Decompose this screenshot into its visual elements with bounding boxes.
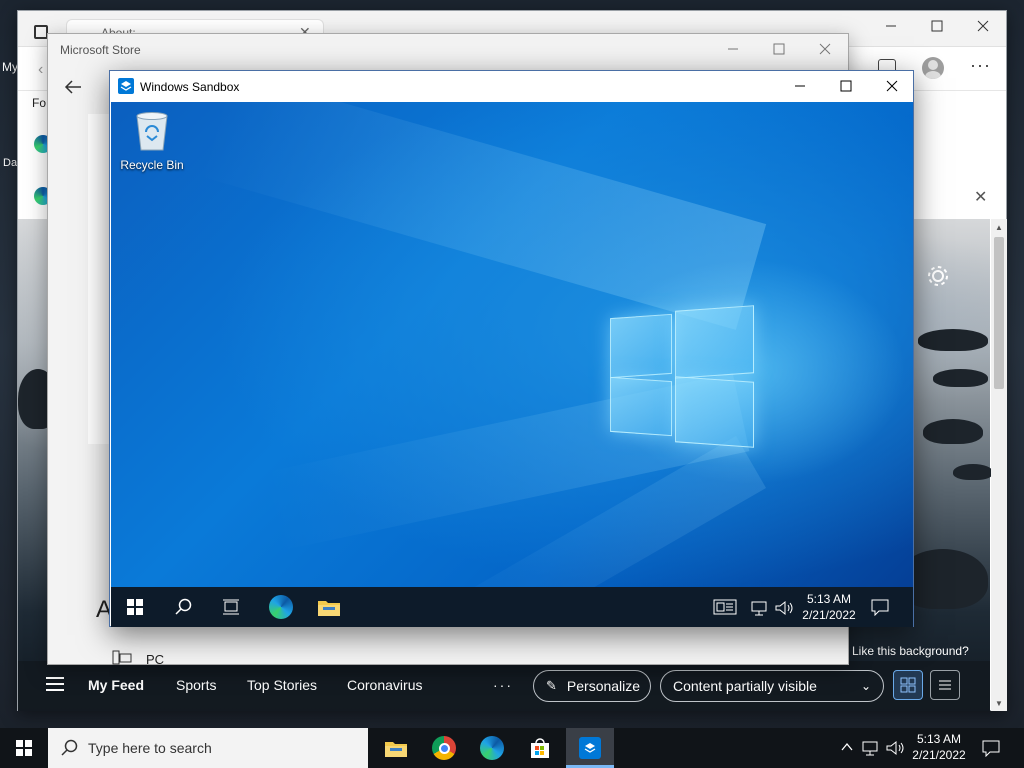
store-back-icon[interactable]	[64, 80, 82, 94]
back-icon[interactable]: ‹	[38, 61, 43, 79]
taskbar-clock-date: 2/21/2022	[912, 748, 966, 762]
sandbox-start-icon[interactable]	[111, 587, 159, 627]
sandbox-notification-icon[interactable]	[871, 599, 889, 616]
tab-actions-icon[interactable]	[34, 25, 48, 39]
notification-center-icon[interactable]	[982, 740, 1000, 757]
nav-more-icon[interactable]: ···	[493, 677, 513, 693]
chrome-icon[interactable]	[420, 728, 468, 768]
content-visibility-label: Content partially visible	[673, 678, 817, 694]
sandbox-edge-icon[interactable]	[257, 587, 305, 627]
desktop-label-2: Da	[3, 157, 18, 169]
volume-icon[interactable]	[886, 740, 906, 756]
nav-my-feed[interactable]: My Feed	[88, 677, 144, 693]
edge-left-text: Fo	[32, 96, 47, 110]
microsoft-store-icon[interactable]	[516, 728, 564, 768]
more-options-icon[interactable]: ···	[970, 55, 991, 76]
sandbox-desktop[interactable]: Recycle Bin	[111, 102, 913, 587]
taskbar-clock[interactable]: 5:13 AM 2/21/2022	[908, 731, 970, 763]
close-panel-icon[interactable]: ✕	[974, 187, 987, 207]
store-title: Microsoft Store	[60, 43, 141, 57]
sandbox-app-icon	[118, 78, 134, 94]
feed-navigation-bar: My Feed Sports Top Stories Coronavirus ·…	[18, 661, 990, 711]
edge-icon[interactable]	[468, 728, 516, 768]
edge-minimize-button[interactable]	[868, 11, 914, 41]
show-hidden-icons-icon[interactable]	[840, 740, 854, 754]
hamburger-menu-icon[interactable]	[46, 677, 64, 691]
recycle-bin[interactable]: Recycle Bin	[119, 110, 185, 174]
page-settings-icon[interactable]	[924, 262, 952, 290]
taskbar-clock-time: 5:13 AM	[916, 732, 962, 746]
profile-avatar[interactable]	[922, 57, 944, 79]
sandbox-file-explorer-icon[interactable]	[305, 587, 353, 627]
sandbox-clock[interactable]: 5:13 AM 2/21/2022	[801, 591, 857, 623]
sandbox-titlebar: Windows Sandbox	[110, 71, 913, 102]
edge-close-button[interactable]	[960, 11, 1006, 41]
list-layout-icon[interactable]	[930, 670, 960, 700]
start-icon[interactable]	[0, 728, 48, 768]
chevron-down-icon: ⌄	[860, 679, 871, 693]
windows-sandbox-taskbar-icon[interactable]	[566, 728, 614, 768]
desktop-label-1: My	[2, 60, 18, 74]
sandbox-taskbar: 5:13 AM 2/21/2022	[111, 587, 913, 627]
sandbox-volume-icon[interactable]	[775, 600, 795, 616]
pencil-icon: ✎	[546, 678, 557, 693]
file-explorer-icon[interactable]	[372, 728, 420, 768]
nav-top-stories[interactable]: Top Stories	[247, 677, 317, 693]
sandbox-title: Windows Sandbox	[140, 80, 240, 94]
recycle-bin-icon	[133, 110, 171, 152]
nav-sports[interactable]: Sports	[176, 677, 216, 693]
sandbox-maximize-button[interactable]	[823, 71, 869, 101]
content-visibility-dropdown[interactable]: Content partially visible ⌄	[660, 670, 884, 702]
host-taskbar: Type here to search 5:13 AM 2/21/2022	[0, 728, 1024, 768]
scrollbar-thumb[interactable]	[994, 237, 1004, 389]
sandbox-news-icon[interactable]	[713, 599, 737, 615]
sandbox-search-icon[interactable]	[159, 587, 207, 627]
store-close-button[interactable]	[802, 34, 848, 64]
recycle-bin-label: Recycle Bin	[120, 158, 184, 172]
search-icon	[60, 739, 78, 757]
sandbox-close-button[interactable]	[869, 71, 915, 101]
search-placeholder: Type here to search	[88, 740, 212, 756]
store-maximize-button[interactable]	[756, 34, 802, 64]
grid-layout-icon[interactable]	[893, 670, 923, 700]
network-icon[interactable]	[862, 740, 880, 756]
sandbox-clock-time: 5:13 AM	[806, 592, 852, 606]
personalize-button[interactable]: ✎ Personalize	[533, 670, 651, 702]
personalize-label: Personalize	[566, 678, 641, 694]
sandbox-task-view-icon[interactable]	[207, 587, 255, 627]
edge-scrollbar[interactable]: ▲ ▼	[991, 219, 1007, 711]
sandbox-network-icon[interactable]	[751, 600, 769, 616]
background-prompt[interactable]: Like this background?	[852, 644, 969, 658]
pc-icon	[112, 650, 132, 666]
nav-coronavirus[interactable]: Coronavirus	[347, 677, 422, 693]
store-minimize-button[interactable]	[710, 34, 756, 64]
windows-sandbox-window: Windows Sandbox Recycle Bin 5:13 AM 2/21…	[109, 70, 914, 627]
taskbar-search-box[interactable]: Type here to search	[48, 728, 368, 768]
sandbox-clock-date: 2/21/2022	[802, 608, 856, 622]
sandbox-minimize-button[interactable]	[777, 71, 823, 101]
store-item-label[interactable]: PC	[146, 652, 164, 667]
edge-maximize-button[interactable]	[914, 11, 960, 41]
